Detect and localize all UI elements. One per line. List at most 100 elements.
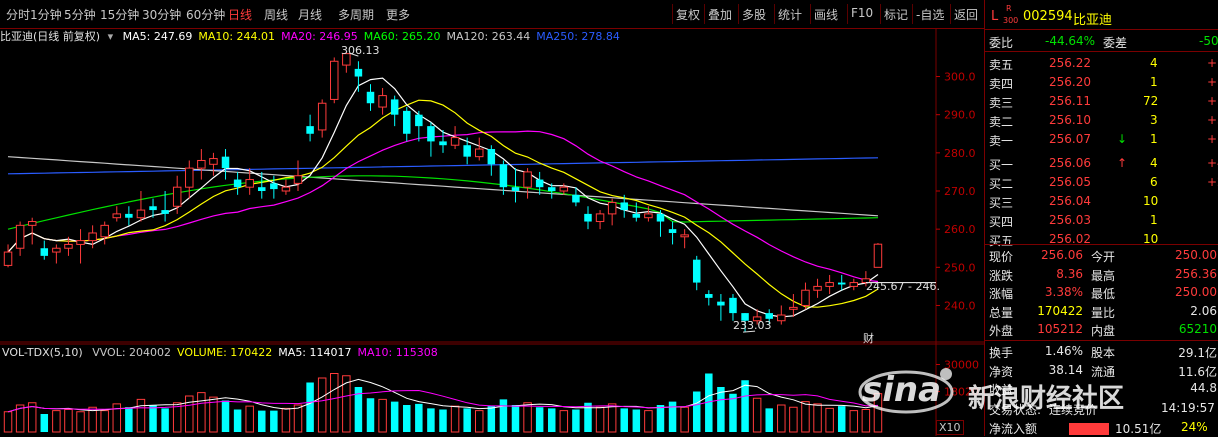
period-tab-7[interactable]: 周线 (264, 6, 288, 23)
tool-button-8[interactable]: 返回 (954, 6, 978, 23)
candle-body (837, 282, 846, 285)
candle-body (378, 95, 387, 108)
bid-row[interactable]: 买三 256.04 10 (985, 193, 1218, 210)
candle-body (258, 187, 266, 191)
level-volume: 1 (1150, 132, 1158, 146)
finance-marker[interactable]: 财 (863, 330, 874, 346)
volume-bar (825, 407, 834, 433)
vol-label-1: VOLUME: 170422 (177, 346, 273, 359)
inflow-pct: 24% (1181, 420, 1208, 434)
volume-bar (281, 407, 291, 433)
bid-row[interactable]: 买四 256.03 1 (985, 212, 1218, 229)
chart-canvas[interactable]: 300.0290.0280.0270.0260.0250.0240.030000… (0, 28, 984, 436)
level-price: 256.20 (1049, 75, 1091, 89)
volume-bar (293, 404, 303, 433)
bid-row[interactable]: 买一 256.06 ↑ 4 +4 (985, 155, 1218, 172)
volume-bar (584, 402, 592, 432)
level-label: 卖三 (989, 96, 1014, 110)
volume-bar (427, 408, 435, 432)
candle-body (692, 259, 701, 283)
candle-body (572, 194, 580, 203)
volume-bar (463, 408, 471, 432)
stat-value: 8.36 (1056, 266, 1083, 281)
ask-row[interactable]: 卖三 256.11 72 +1 (985, 93, 1218, 110)
volume-bar (572, 409, 580, 432)
period-tab-10[interactable]: 更多 (386, 6, 410, 23)
stat-row: 外盘 105212 内盘 65210 (985, 321, 1218, 338)
stat-label: 涨跌 (989, 268, 1014, 283)
candle-body (680, 234, 689, 238)
tool-button-0[interactable]: 复权 (676, 6, 700, 23)
ask-row[interactable]: 卖五 256.22 4 + (985, 55, 1218, 72)
volume-bar (40, 414, 49, 432)
ma5-line (7, 77, 879, 318)
candle-body (415, 114, 423, 127)
period-tab-3[interactable]: 15分钟 (100, 6, 139, 23)
period-tab-0[interactable]: 分时 (6, 6, 30, 23)
tool-button-4[interactable]: 画线 (814, 6, 838, 23)
bid-row[interactable]: 买五 256.02 10 (985, 231, 1218, 248)
period-tab-5[interactable]: 60分钟 (186, 6, 225, 23)
level-change: +1 (1207, 94, 1218, 108)
volume-bar (3, 411, 13, 433)
level-label: 卖五 (989, 58, 1014, 72)
candle-body (656, 213, 665, 222)
stat-label: 现价 (989, 250, 1014, 264)
level-volume: 3 (1150, 113, 1158, 127)
price-axis-label: 290.0 (944, 109, 976, 122)
candle-body (825, 282, 834, 287)
candle-body (15, 224, 25, 249)
period-tab-1[interactable]: 1分钟 (30, 6, 62, 23)
ask-row[interactable]: 卖一 256.07 ↓ 1 +1 (985, 131, 1218, 148)
candle-body (76, 240, 85, 245)
volume-bar (161, 408, 169, 432)
vol-label-0: VVOL: 204002 (92, 346, 172, 359)
sina-logo-text: sina (862, 370, 942, 410)
bid-row[interactable]: 买二 256.05 6 +2 (985, 174, 1218, 191)
stock-name: 比亚迪 (1073, 13, 1113, 28)
inflow-value: 10.51亿 (1115, 422, 1162, 436)
candle-body (705, 294, 713, 298)
stat-label: 今开 (1091, 250, 1116, 264)
stat-value: 3.38% (1044, 285, 1083, 299)
sina-watermark: sina 新浪财经社区 (846, 362, 1176, 418)
candle-body (149, 206, 157, 211)
period-tab-9[interactable]: 多周期 (338, 6, 374, 23)
tool-button-2[interactable]: 多股 (742, 6, 766, 23)
level-price: 256.06 (1049, 156, 1091, 170)
period-tab-4[interactable]: 30分钟 (142, 6, 181, 23)
tool-button-7[interactable]: -自选 (916, 6, 944, 23)
candle-body (607, 201, 617, 215)
level-label: 买一 (989, 158, 1014, 172)
period-tab-8[interactable]: 月线 (298, 6, 322, 23)
tool-button-6[interactable]: 标记 (884, 6, 908, 23)
ask-row[interactable]: 卖四 256.20 1 +1 (985, 74, 1218, 91)
inflow-label: 净流入额 (989, 422, 1038, 436)
price-axis-label: 240.0 (944, 299, 976, 312)
volume-bar (644, 410, 653, 433)
stat-value: 170422 (1037, 303, 1083, 318)
level-price: 256.10 (1049, 113, 1091, 127)
candle-body (559, 186, 569, 192)
kline-chart[interactable]: 比亚迪(日线 前复权) ▾ MA5: 247.69 MA10: 244.01 MA2… (0, 28, 984, 436)
volume-bar (100, 410, 109, 433)
stat-value: 11.6亿 (1178, 364, 1217, 379)
weibi-value: -44.64% (1045, 34, 1096, 48)
period-tab-2[interactable]: 5分钟 (64, 6, 96, 23)
stat-value: 256.36 (1175, 266, 1217, 281)
candle-body (245, 179, 254, 188)
level-label: 卖一 (989, 134, 1014, 148)
candle-body (64, 243, 73, 249)
level-volume: 72 (1143, 94, 1159, 108)
candle-body (40, 248, 49, 256)
inflow-row: 净流入额 10.51亿 24% (985, 419, 1218, 436)
price-axis-label: 280.0 (944, 147, 976, 160)
tool-button-3[interactable]: 统计 (778, 6, 802, 23)
ma20-line (7, 130, 879, 283)
volume-bar (221, 400, 230, 432)
tool-button-1[interactable]: 叠加 (708, 6, 732, 23)
level-price: 256.05 (1049, 175, 1091, 189)
tool-button-5[interactable]: F10 (851, 6, 873, 20)
ask-row[interactable]: 卖二 256.10 3 +3 (985, 112, 1218, 129)
period-tab-6[interactable]: 日线 (228, 6, 252, 23)
